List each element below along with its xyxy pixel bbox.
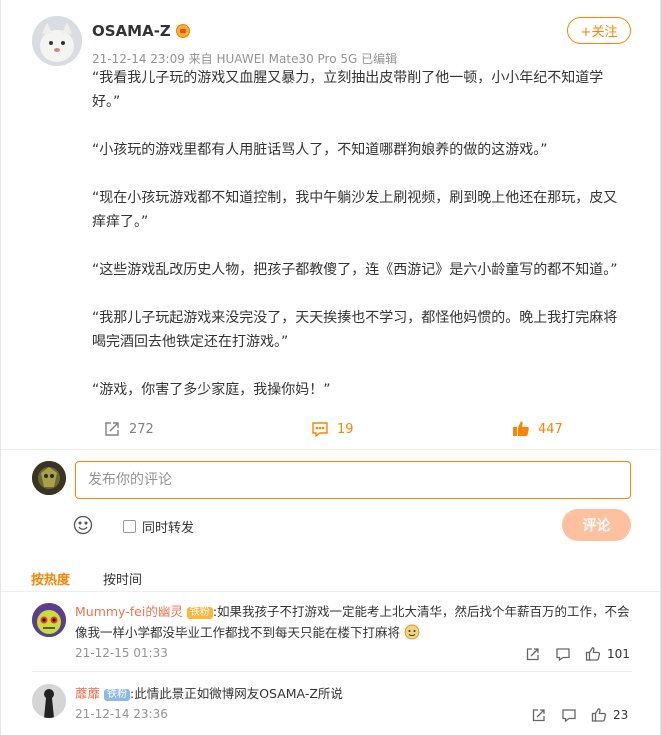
repost-label: 同时转发 bbox=[142, 521, 195, 536]
comment-time: 21-12-14 23:36 bbox=[75, 707, 168, 721]
emoji-button[interactable] bbox=[73, 515, 93, 535]
comment-actions: 101 bbox=[511, 646, 630, 662]
divider bbox=[32, 671, 632, 672]
reply-icon[interactable] bbox=[555, 646, 571, 662]
reply-icon[interactable] bbox=[561, 707, 577, 723]
like-button[interactable]: 447 bbox=[512, 420, 563, 438]
author-name[interactable]: OSAMA-Z bbox=[92, 22, 171, 40]
comment-icon bbox=[312, 422, 328, 438]
submit-comment-button[interactable]: 评论 bbox=[562, 509, 631, 541]
post-content: “我看我儿子玩的游戏又血腥又暴力，立刻抽出皮带削了他一顿，小小年纪不知道学好。”… bbox=[92, 66, 620, 402]
post-paragraph: “我那儿子玩起游戏来没完没了，天天挨揍也不学习，都怪他妈惯的。晚上我打完麻将喝完… bbox=[92, 310, 618, 350]
fan-badge: 铁粉 bbox=[104, 689, 130, 701]
comment-input[interactable] bbox=[75, 461, 631, 499]
doge-emoji-icon bbox=[404, 624, 420, 640]
post-paragraph: “这些游戏乱改历史人物，把孩子都教傻了，连《西游记》是六小龄童写的都不知道。” bbox=[92, 262, 618, 278]
weibo-post-page: OSAMA-Z 21-12-14 23:09 来自 HUAWEI Mate30 … bbox=[0, 0, 661, 735]
thumbs-up-icon[interactable] bbox=[591, 707, 607, 723]
comment-actions: 23 bbox=[517, 707, 628, 723]
commenter-name[interactable]: Mummy-fei的幽灵 bbox=[75, 604, 183, 619]
divider bbox=[1, 591, 661, 592]
thumbs-up-icon bbox=[513, 421, 529, 436]
author-name-row: OSAMA-Z bbox=[92, 22, 190, 40]
commenter-name[interactable]: 蘼蘼 bbox=[75, 686, 100, 701]
divider bbox=[1, 449, 661, 450]
post-paragraph: “我看我儿子玩的游戏又血腥又暴力，立刻抽出皮带削了他一顿，小小年纪不知道学好。” bbox=[92, 70, 604, 110]
thumbs-up-icon[interactable] bbox=[585, 646, 601, 662]
post-paragraph: “现在小孩玩游戏都不知道控制，我中午躺沙发上刷视频，刷到晚上他还在那玩，皮又痒痒… bbox=[92, 190, 618, 230]
post-paragraph: “小孩玩的游戏里都有人用脏话骂人了，不知道哪群狗娘养的做的这游戏。” bbox=[92, 142, 548, 158]
comment-text: Mummy-fei的幽灵 铁粉:如果我孩子不打游戏一定能考上北大清华，然后找个年… bbox=[75, 601, 635, 643]
commenter-avatar[interactable] bbox=[32, 603, 66, 637]
share-icon bbox=[105, 422, 119, 436]
checkbox-box[interactable] bbox=[123, 520, 136, 533]
share-icon[interactable] bbox=[525, 646, 541, 662]
share-button[interactable]: 272 bbox=[103, 420, 154, 438]
share-icon[interactable] bbox=[531, 707, 547, 723]
commenter-avatar[interactable] bbox=[32, 684, 66, 718]
comment-count: 19 bbox=[337, 421, 354, 437]
tab-sort-time[interactable]: 按时间 bbox=[103, 569, 142, 588]
comment-time: 21-12-15 01:33 bbox=[75, 646, 168, 660]
comment-text: 蘼蘼 铁粉:此情此景正如微博网友OSAMA-Z所说 bbox=[75, 683, 635, 704]
repost-checkbox[interactable]: 同时转发 bbox=[123, 517, 194, 536]
like-count: 447 bbox=[538, 421, 563, 437]
post-paragraph: “游戏，你害了多少家庭，我操你妈！” bbox=[92, 382, 331, 398]
follow-button[interactable]: +关注 bbox=[567, 17, 631, 44]
comment-body: :此情此景正如微博网友OSAMA-Z所说 bbox=[130, 686, 343, 701]
fan-badge: 铁粉 bbox=[186, 607, 213, 619]
post-meta: 21-12-14 23:09 来自 HUAWEI Mate30 Pro 5G 已… bbox=[92, 52, 398, 66]
vip-crown-icon bbox=[175, 24, 190, 38]
comment-like-count: 101 bbox=[607, 647, 630, 661]
share-count: 272 bbox=[129, 421, 154, 437]
comment-like-count: 23 bbox=[613, 708, 629, 722]
tab-sort-hot[interactable]: 按热度 bbox=[31, 569, 70, 588]
emoji-icon bbox=[73, 515, 93, 535]
current-user-avatar bbox=[32, 461, 66, 495]
author-avatar[interactable] bbox=[32, 16, 82, 66]
comment-button[interactable]: 19 bbox=[311, 420, 354, 438]
